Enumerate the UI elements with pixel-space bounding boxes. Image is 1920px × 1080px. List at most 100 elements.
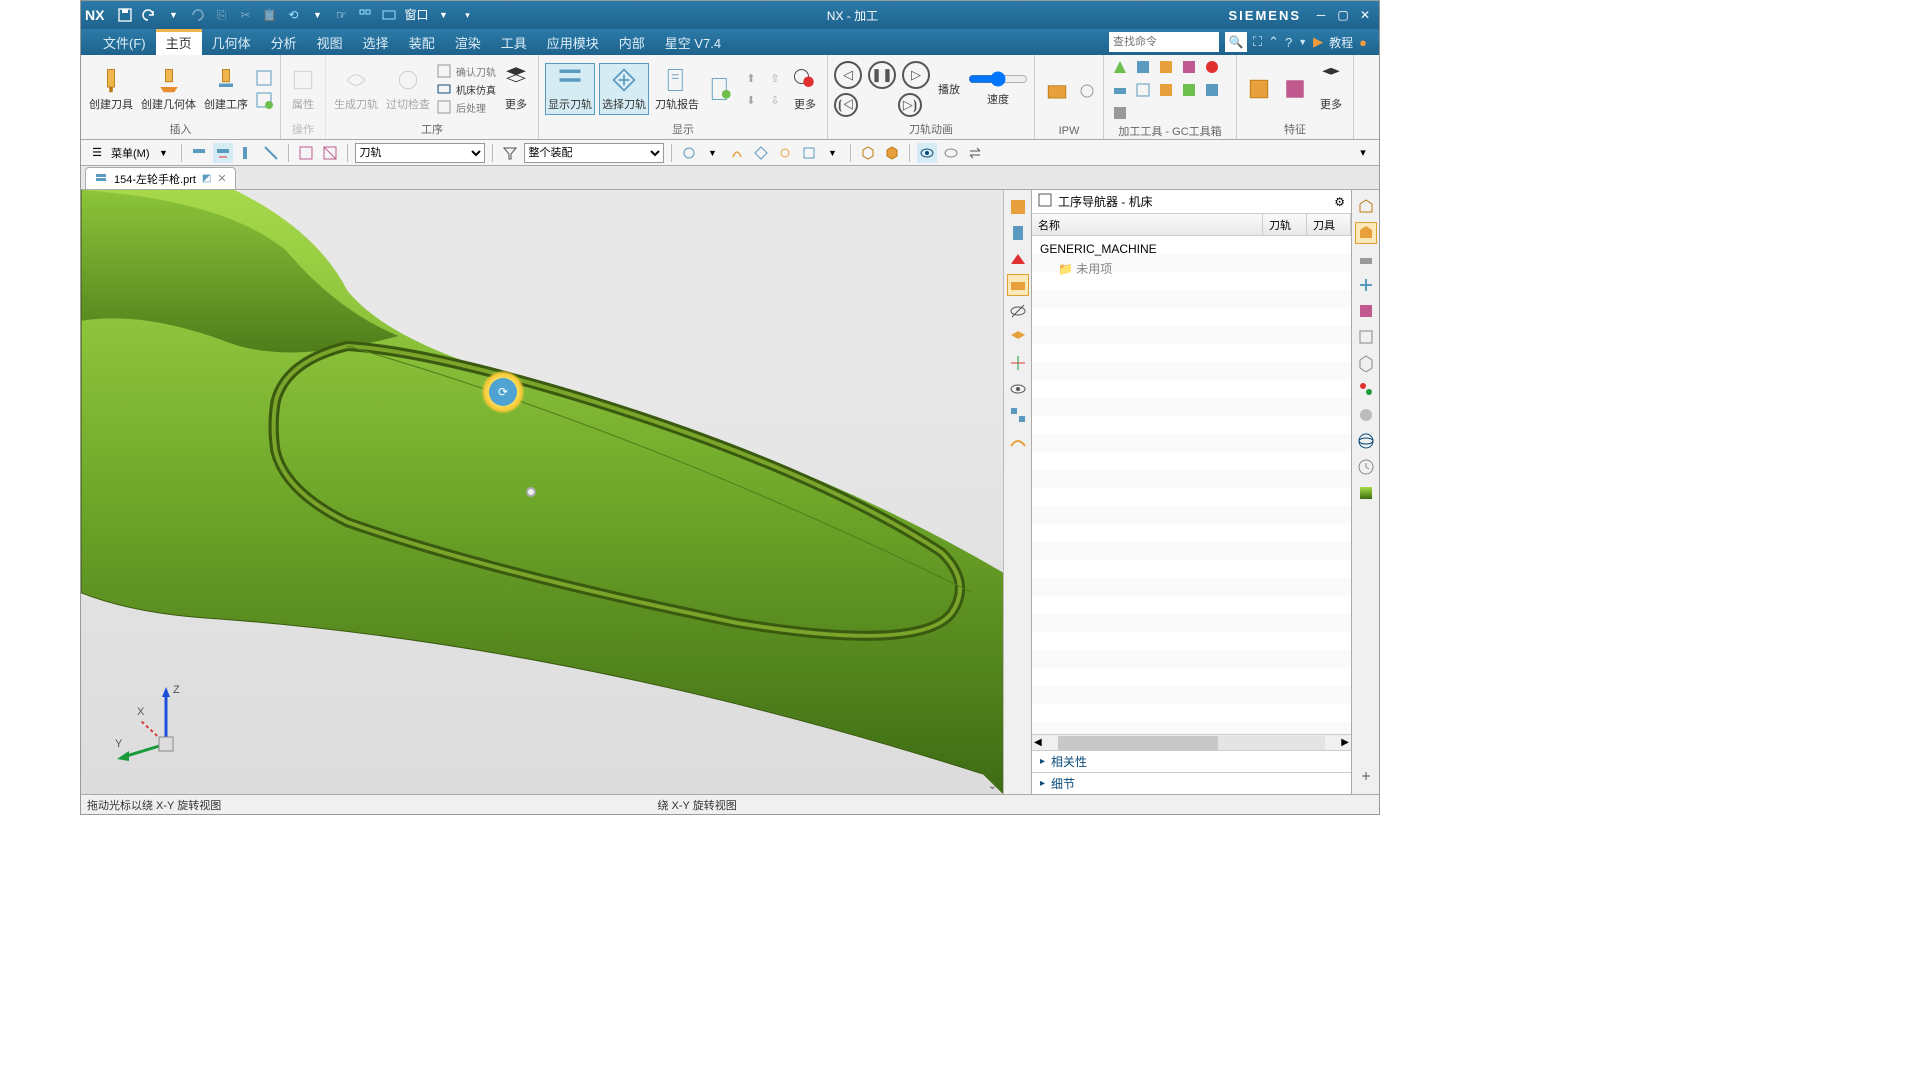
toolpath-extra-button[interactable] [705,73,737,105]
menu-home[interactable]: 主页 [156,29,202,56]
funnel-icon[interactable] [500,143,520,163]
menu-geometry[interactable]: 几何体 [202,29,261,56]
lasso-icon[interactable]: ⟲ [284,6,302,24]
eye-icon[interactable] [917,143,937,163]
gc-icon[interactable] [1179,80,1199,100]
dropdown-icon[interactable]: ▼ [703,143,723,163]
create-program-button[interactable]: 创建工序 [202,64,250,114]
redo-icon[interactable] [188,6,206,24]
filter-icon[interactable] [320,143,340,163]
document-tab[interactable]: 154-左轮手枪.prt ◩ ✕ [85,167,236,189]
filter-icon[interactable] [296,143,316,163]
gc-icon[interactable] [1133,80,1153,100]
viewport-3d[interactable]: ⟳ Z Y X ⌄ [81,190,1003,794]
machine-tool-icon[interactable] [1007,222,1029,244]
gc-icon[interactable] [1156,80,1176,100]
sphere-icon[interactable] [1355,404,1377,426]
geometry-view-icon[interactable] [1007,248,1029,270]
filter-icon[interactable] [213,143,233,163]
toolpath-report-button[interactable]: 刀轨报告 [653,64,701,114]
navigator-tree[interactable]: GENERIC_MACHINE 📁 未用项 [1032,236,1351,734]
menu-app-module[interactable]: 应用模块 [537,29,609,56]
group-icon[interactable] [1007,404,1029,426]
menu-render[interactable]: 渲染 [445,29,491,56]
dropdown-icon[interactable]: ▼ [1298,37,1307,47]
command-search-input[interactable] [1109,32,1219,52]
web-icon[interactable] [1355,430,1377,452]
create-tool-button[interactable]: 创建刀具 [87,64,135,114]
snap-icon[interactable] [727,143,747,163]
gc-icon[interactable] [1179,57,1199,77]
arrow-up-icon[interactable]: ⇧ [765,68,785,88]
gc-icon[interactable] [1156,57,1176,77]
eye-off-icon[interactable] [941,143,961,163]
scroll-right-icon[interactable]: ▶ [1339,737,1351,748]
menu-assembly[interactable]: 装配 [399,29,445,56]
scroll-left-icon[interactable]: ◀ [1032,737,1044,748]
menu-tools[interactable]: 工具 [491,29,537,56]
more-button[interactable]: 更多 [500,64,532,114]
dropdown-icon[interactable]: ▼ [164,6,182,24]
gc-icon[interactable] [1110,57,1130,77]
pause-button[interactable]: ❚❚ [868,61,896,89]
rewind-button[interactable]: ◁ [834,61,862,89]
copy-icon[interactable]: ⎘ [212,6,230,24]
part-navigator-icon[interactable] [1355,196,1377,218]
gc-icon[interactable] [1110,80,1130,100]
generate-toolpath-button[interactable]: 生成刀轨 [332,64,380,114]
menu-file[interactable]: 文件(F) [93,29,156,56]
box-icon[interactable] [858,143,878,163]
filter-icon[interactable] [189,143,209,163]
snap-icon[interactable] [679,143,699,163]
gc-icon[interactable] [1110,103,1130,123]
touch-icon[interactable]: ☞ [332,6,350,24]
gradient-icon[interactable] [1355,482,1377,504]
clean-icon[interactable] [1007,430,1029,452]
record-icon[interactable]: ● [1359,35,1367,50]
gc-icon[interactable] [1202,57,1222,77]
column-toolpath[interactable]: 刀轨 [1263,214,1307,235]
menu-xingkong[interactable]: 星空 V7.4 [655,29,731,56]
pin-icon[interactable]: ◩ [202,173,211,184]
filter-icon[interactable] [237,143,257,163]
feature-button-2[interactable] [1279,73,1311,105]
dropdown-icon[interactable]: ▼ [154,143,174,163]
box-icon[interactable] [1355,352,1377,374]
window-icon[interactable] [380,6,398,24]
snap-icon[interactable] [751,143,771,163]
simulate-label[interactable]: 机床仿真 [456,82,496,97]
more-button[interactable]: 更多 [1315,64,1347,114]
visibility-icon[interactable] [1007,300,1029,322]
box-icon[interactable] [882,143,902,163]
machine-tool-nav-icon[interactable] [1355,248,1377,270]
close-button[interactable]: ✕ [1355,6,1375,24]
ipw-small-icon[interactable] [1077,81,1097,101]
save-icon[interactable] [116,6,134,24]
step-back-button[interactable]: ⦗◁ [834,93,858,117]
filter-icon[interactable] [261,143,281,163]
speed-slider[interactable] [968,71,1028,87]
arrow-down-icon[interactable]: ⇩ [765,90,785,110]
tutorial-label[interactable]: 教程 [1329,34,1353,51]
undo-icon[interactable] [140,6,158,24]
swap-icon[interactable] [965,143,985,163]
machining-method-icon[interactable] [1007,274,1029,296]
scroll-thumb[interactable] [1058,736,1219,750]
hamburger-icon[interactable]: ☰ [87,143,107,163]
ipw-button[interactable] [1041,75,1073,107]
accordion-dependency[interactable]: 相关性 [1032,750,1351,772]
history-icon[interactable] [1355,456,1377,478]
minimize-button[interactable]: ─ [1311,6,1331,24]
ribbon-small-icon[interactable] [254,68,274,88]
select-toolpath-button[interactable]: 选择刀轨 [599,63,649,115]
feature-button-1[interactable] [1243,73,1275,105]
program-order-icon[interactable] [1007,196,1029,218]
menu-analysis[interactable]: 分析 [261,29,307,56]
customize-icon[interactable]: ▾ [1353,143,1373,163]
more-button[interactable]: 更多 [789,64,821,114]
grid-icon[interactable] [356,6,374,24]
accordion-details[interactable]: 细节 [1032,772,1351,794]
expand-icon[interactable] [1355,766,1377,788]
window-label[interactable]: 窗口 [404,6,428,24]
create-geometry-button[interactable]: 创建几何体 [139,64,198,114]
